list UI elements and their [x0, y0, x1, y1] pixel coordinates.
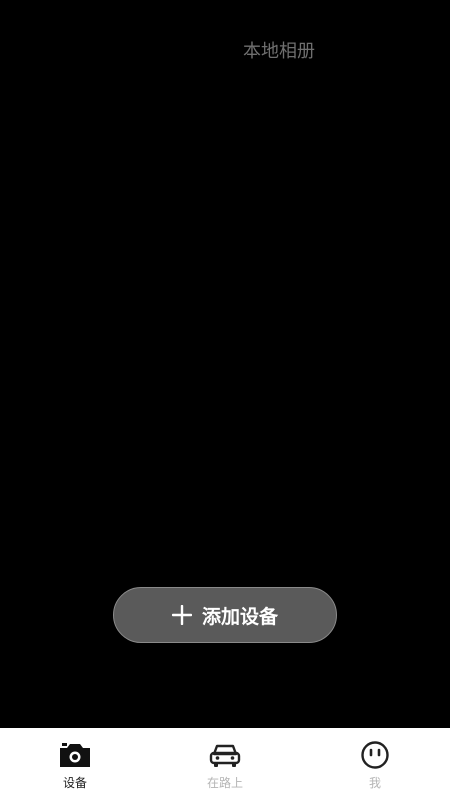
- add-device-button[interactable]: 添加设备: [113, 587, 337, 643]
- local-album-tab[interactable]: 本地相册: [243, 40, 315, 64]
- bottom-tab-bar: 设备 在路上 我: [0, 728, 450, 800]
- tab-label-on-the-road: 在路上: [206, 776, 243, 790]
- add-device-label: 添加设备: [201, 605, 278, 628]
- car-icon: [208, 740, 242, 770]
- tab-me[interactable]: 我: [300, 728, 450, 800]
- tab-label-me: 我: [368, 776, 381, 790]
- tab-label-device: 设备: [62, 776, 87, 790]
- camera-icon: [58, 740, 92, 770]
- tab-on-the-road[interactable]: 在路上: [150, 728, 300, 800]
- plus-icon: [171, 605, 192, 625]
- tab-device[interactable]: 设备: [0, 728, 150, 800]
- smiley-face-icon: [358, 740, 392, 770]
- app-screen: 本地相册 添加设备 设备 在路上 我: [0, 0, 450, 800]
